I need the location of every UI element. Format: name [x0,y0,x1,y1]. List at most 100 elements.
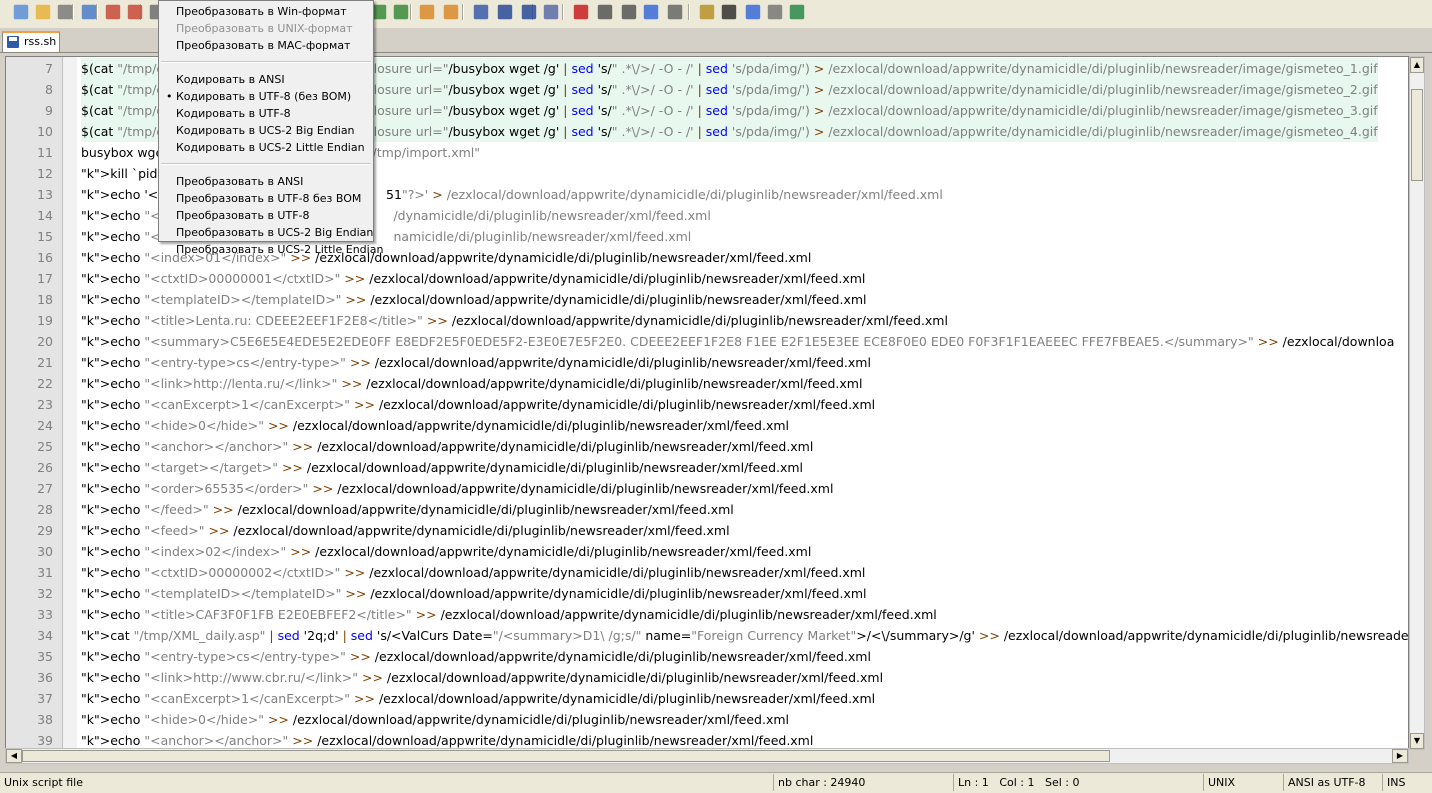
play-macro-icon[interactable] [621,4,637,20]
menu-item[interactable]: Преобразовать в UTF-8 без BOM [159,190,373,207]
code-line[interactable]: 26 "k">echo "<target></target>" >> /ezxlo… [6,457,1408,478]
code-text: "k">echo "<anchor></anchor>" >> /ezxloca… [81,439,814,454]
code-line[interactable]: 27 "k">echo "<order>65535</order>" >> /ez… [6,478,1408,499]
code-line[interactable]: 21 "k">echo "<entry-type>cs</entry-type>"… [6,352,1408,373]
scroll-up-icon[interactable]: ▲ [1410,57,1424,73]
menu-item[interactable]: Кодировать в UTF-8 [159,105,373,122]
code-text: "k">echo "<title>Lenta.ru: CDEEE2EEF1F2E… [81,313,948,328]
save-all-icon[interactable] [81,4,97,20]
menu-item[interactable]: Преобразовать в MAC-формат [159,37,373,54]
code-line[interactable]: 31 "k">echo "<ctxtID>00000002</ctxtID>" >… [6,562,1408,583]
code-line[interactable]: 34 "k">cat "/tmp/XML_daily.asp" | sed '2q… [6,625,1409,646]
menu-item[interactable]: Кодировать в ANSI [159,71,373,88]
horizontal-scroll-thumb[interactable] [22,750,1110,762]
menu-item[interactable]: Преобразовать в Win-формат [159,3,373,20]
tab-rss-sh[interactable]: rss.sh [2,31,60,52]
code-text: "k">echo "<link>http://www.cbr.ru/</link… [81,670,884,685]
code-line[interactable]: 20 "k">echo "<summary>C5E6E5E4EDE5E2EDE0F… [6,331,1408,352]
save-macro-icon[interactable] [667,4,683,20]
menu-item-label: Кодировать в UCS-2 Little Endian [176,141,365,154]
line-number: 33 [37,607,53,622]
code-line[interactable]: 39 "k">echo "<anchor></anchor>" >> /ezxlo… [6,730,1408,749]
bold-h-icon[interactable] [721,4,737,20]
code-line[interactable]: 30 "k">echo "<index>02</index>" >> /ezxlo… [6,541,1408,562]
close-icon[interactable] [105,4,121,20]
save-icon[interactable] [57,4,73,20]
code-text: "k">echo "<ctxtID>00000001</ctxtID>" >> … [81,271,866,286]
code-line[interactable]: 24 "k">echo "<hide>0</hide>" >> /ezxlocal… [6,415,1408,436]
indent-guide-icon[interactable] [521,4,537,20]
code-text: "k">cat "/tmp/XML_daily.asp" | sed '2q;d… [81,628,1409,643]
run-macro-multiple-icon[interactable] [643,4,659,20]
code-line[interactable]: 37 "k">echo "<canExcerpt>1</canExcerpt>" … [6,688,1408,709]
code-line[interactable]: 19 "k">echo "<title>Lenta.ru: CDEEE2EEF1F… [6,310,1408,331]
spellcheck-icon[interactable] [789,4,805,20]
line-number: 26 [37,460,53,475]
menu-item-label: Преобразовать в UNIX-формат [176,22,353,35]
menu-item[interactable]: Преобразовать в UTF-8 [159,207,373,224]
show-all-chars-icon[interactable] [497,4,513,20]
menu-item-label: Преобразовать в Win-формат [176,5,347,18]
code-line[interactable]: 17 "k">echo "<ctxtID>00000001</ctxtID>" >… [6,268,1408,289]
menu-item[interactable]: Кодировать в UCS-2 Little Endian [159,139,373,156]
code-text: "k">echo "<hide>0</hide>" >> /ezxlocal/d… [81,418,790,433]
code-line[interactable]: 22 "k">echo "<link>http://lenta.ru/</link… [6,373,1408,394]
line-number: 20 [37,334,53,349]
sync-h-icon[interactable] [443,4,459,20]
status-file-type: Unix script file [4,776,83,789]
close-all-icon[interactable] [127,4,143,20]
toolbar-separator [410,4,412,20]
menu-item[interactable]: Преобразовать в UCS-2 Little Endian [159,241,383,258]
wrap-icon[interactable] [473,4,489,20]
line-number: 28 [37,502,53,517]
code-line[interactable]: 35 "k">echo "<entry-type>cs</entry-type>"… [6,646,1408,667]
code-text: "k">echo "<link>http://lenta.ru/</link>"… [81,376,863,391]
open-file-icon[interactable] [35,4,51,20]
code-line[interactable]: 28 "k">echo "</feed>" >> /ezxlocal/downlo… [6,499,1408,520]
status-insert-mode: INS [1382,774,1432,791]
code-line[interactable]: 23 "k">echo "<canExcerpt>1</canExcerpt>" … [6,394,1408,415]
sync-v-icon[interactable] [419,4,435,20]
run-icon[interactable] [745,4,761,20]
line-number: 35 [37,649,53,664]
code-text: "k">echo "<canExcerpt>1</canExcerpt>" >>… [81,691,876,706]
code-line[interactable]: 36 "k">echo "<link>http://www.cbr.ru/</li… [6,667,1408,688]
code-text: "k">echo "<order>65535</order>" >> /ezxl… [81,481,834,496]
line-number: 24 [37,418,53,433]
fold-icon[interactable] [543,4,559,20]
record-macro-icon[interactable] [573,4,589,20]
menu-item[interactable]: Кодировать в UCS-2 Big Endian [159,122,373,139]
vertical-scroll-thumb[interactable] [1411,89,1423,181]
line-number: 21 [37,355,53,370]
menu-item[interactable]: Преобразовать в UCS-2 Big Endian [159,224,373,241]
scroll-down-icon[interactable]: ▼ [1410,733,1424,749]
vertical-scrollbar[interactable]: ▲ ▼ [1409,56,1425,750]
redo-icon[interactable] [393,4,409,20]
code-line[interactable]: 33 "k">echo "<title>CAF3F0F1FB E2E0EBFEF2… [6,604,1408,625]
line-number: 16 [37,250,53,265]
code-line[interactable]: 18 "k">echo "<templateID></templateID>" >… [6,289,1408,310]
scroll-right-icon[interactable]: ▶ [1392,749,1408,763]
status-char-count: nb char : 24940 [773,774,953,791]
menu-item[interactable]: • Кодировать в UTF-8 (без BOM) [159,88,373,105]
horizontal-scrollbar[interactable]: ◀ ▶ [5,748,1409,764]
stop-macro-icon[interactable] [597,4,613,20]
menu-item[interactable]: Преобразовать в ANSI [159,173,373,190]
code-line[interactable]: 25 "k">echo "<anchor></anchor>" >> /ezxlo… [6,436,1408,457]
code-text: "k">echo "<title>CAF3F0F1FB E2E0EBFEF2</… [81,607,937,622]
status-cursor-position: Ln : 1 Col : 1 Sel : 0 [953,774,1203,791]
line-number: 19 [37,313,53,328]
menu-separator [161,163,371,165]
code-text: "k">echo "<target></target>" >> /ezxloca… [81,460,804,475]
line-number: 25 [37,439,53,454]
scroll-left-icon[interactable]: ◀ [6,749,22,763]
code-line[interactable]: 38 "k">echo "<hide>0</hide>" >> /ezxlocal… [6,709,1408,730]
preview-icon[interactable] [767,4,783,20]
new-file-icon[interactable] [13,4,29,20]
menu-item: Преобразовать в UNIX-формат [159,20,373,37]
menu-item-label: Преобразовать в UTF-8 без BOM [176,192,362,205]
checked-bullet-icon: • [166,90,173,103]
code-line[interactable]: 32 "k">echo "<templateID></templateID>" >… [6,583,1408,604]
code-line[interactable]: 29 "k">echo "<feed>" >> /ezxlocal/downloa… [6,520,1408,541]
open-folder-icon[interactable] [699,4,715,20]
